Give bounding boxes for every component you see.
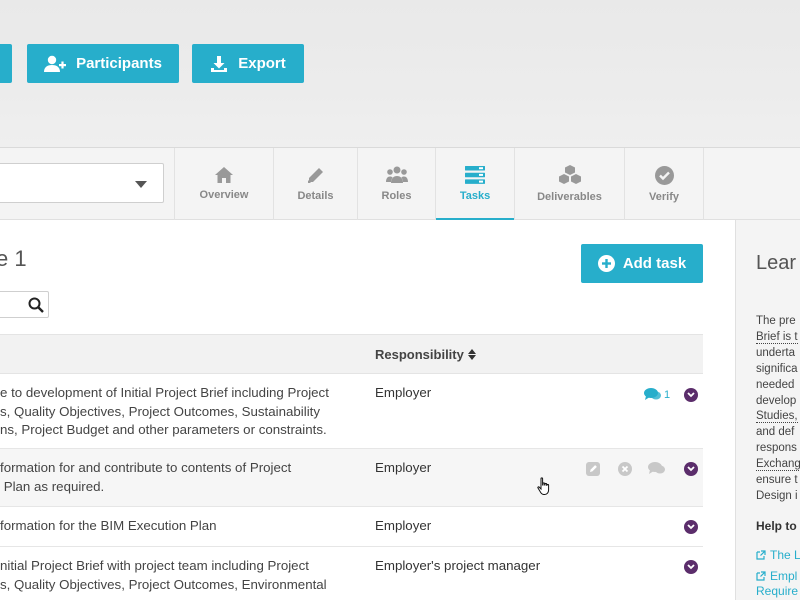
tab-overview-label: Overview: [199, 189, 249, 201]
tab-tasks-label: Tasks: [459, 190, 491, 202]
edit-icon[interactable]: [586, 462, 600, 481]
page-title: e 1: [0, 246, 27, 271]
responsibility-header-label: Responsibility: [375, 347, 464, 362]
help-title: Help to: [756, 519, 797, 533]
sidebar-link[interactable]: Empl: [756, 569, 797, 583]
sidebar-line: Design i: [756, 489, 798, 502]
participants-button[interactable]: Participants: [27, 44, 179, 83]
sidebar-line-link[interactable]: Exchang: [756, 458, 800, 472]
sidebar-line: develop: [756, 394, 797, 407]
sidebar-link-label: Require: [756, 584, 799, 598]
sort-icon: [467, 349, 476, 360]
tab-tasks[interactable]: Tasks: [435, 148, 514, 221]
download-icon: [211, 55, 228, 72]
add-task-label: Add task: [622, 255, 687, 272]
expand-row-icon[interactable]: [684, 462, 698, 476]
sidebar-link-label: Empl: [770, 569, 798, 583]
tab-verify-label: Verify: [649, 190, 679, 203]
chevron-down-icon: [135, 181, 147, 188]
table-header: Responsibility: [0, 334, 703, 374]
comment-count: 1: [664, 388, 671, 401]
expand-row-icon[interactable]: [684, 560, 698, 574]
learn-sidebar: Lear The pre Brief is t underta signific…: [735, 220, 800, 600]
comment-count-badge[interactable]: 1: [644, 388, 670, 401]
sidebar-line-link[interactable]: Brief is t: [756, 330, 798, 344]
sidebar-line: significa: [756, 362, 798, 375]
sidebar-line: ensure t: [756, 474, 798, 487]
export-label: Export: [238, 55, 286, 72]
table-row[interactable]: formation for the BIM Execution Plan Emp…: [0, 507, 703, 547]
check-circle-icon: [654, 165, 674, 185]
sidebar-line-link[interactable]: Studies,: [756, 410, 798, 424]
task-responsibility: Employer's project manager: [375, 558, 541, 573]
sidebar-link[interactable]: The L: [756, 548, 800, 562]
sidebar-line: underta: [756, 346, 796, 359]
task-responsibility: Employer: [375, 518, 432, 533]
comments-icon[interactable]: [648, 462, 665, 480]
task-description: e to development of Initial Project Brie…: [0, 385, 329, 437]
tab-deliverables-label: Deliverables: [537, 191, 602, 203]
tab-overview[interactable]: Overview: [174, 148, 273, 220]
tab-details-label: Details: [297, 189, 334, 202]
responsibility-header[interactable]: Responsibility: [375, 347, 476, 362]
task-responsibility: Employer: [375, 385, 432, 400]
search-input[interactable]: [0, 291, 49, 318]
hand-cursor-icon: [537, 477, 552, 501]
table-row[interactable]: formation for and contribute to contents…: [0, 449, 703, 507]
table-row[interactable]: nitial Project Brief with project team i…: [0, 547, 703, 600]
tabs: Overview Details Roles Tasks Deliverable…: [174, 148, 704, 221]
sidebar-line: and def: [756, 426, 795, 439]
sidebar-line: The pre: [756, 315, 796, 327]
tab-bar: Overview Details Roles Tasks Deliverable…: [0, 148, 800, 221]
tasks-table: Responsibility e to development of Initi…: [0, 334, 703, 600]
sidebar-link-label: The L: [770, 548, 800, 562]
sidebar-title: Lear: [756, 252, 797, 274]
tab-roles[interactable]: Roles: [357, 148, 435, 220]
task-description: formation for and contribute to contents…: [0, 460, 292, 494]
sidebar-line: needed: [756, 378, 795, 391]
pencil-icon: [308, 167, 323, 183]
task-responsibility: Employer: [375, 460, 432, 475]
task-description: formation for the BIM Execution Plan: [0, 518, 217, 533]
add-task-button[interactable]: Add task: [581, 244, 703, 283]
search-icon: [28, 297, 44, 313]
main-content: e 1 Add task Responsibility e to develop…: [0, 220, 735, 600]
plus-circle-icon: [597, 255, 615, 272]
comments-icon: [644, 388, 661, 400]
tab-deliverables[interactable]: Deliverables: [514, 148, 624, 220]
external-link-icon: [756, 550, 766, 560]
task-description: nitial Project Brief with project team i…: [0, 558, 327, 592]
stage-select[interactable]: [0, 163, 164, 203]
users-icon: [385, 166, 408, 183]
tasks-icon: [465, 166, 485, 184]
expand-row-icon[interactable]: [684, 388, 698, 402]
header-button-partial[interactable]: [0, 44, 12, 83]
export-button[interactable]: Export: [192, 44, 304, 83]
tab-roles-label: Roles: [381, 190, 412, 202]
delete-icon[interactable]: [618, 462, 632, 481]
cubes-icon: [558, 165, 581, 184]
external-link-icon: [756, 571, 766, 581]
header-band: Participants Export: [0, 0, 800, 148]
tab-details[interactable]: Details: [273, 148, 357, 220]
tab-verify[interactable]: Verify: [624, 148, 704, 220]
home-icon: [215, 167, 233, 183]
table-row[interactable]: e to development of Initial Project Brie…: [0, 374, 703, 449]
participants-label: Participants: [76, 55, 162, 72]
sidebar-line: respons: [756, 442, 797, 455]
sidebar-link-continuation[interactable]: Require: [756, 584, 798, 598]
add-user-icon: [44, 55, 67, 72]
expand-row-icon[interactable]: [684, 520, 698, 534]
sidebar-body: The pre Brief is t underta significa nee…: [756, 314, 800, 505]
